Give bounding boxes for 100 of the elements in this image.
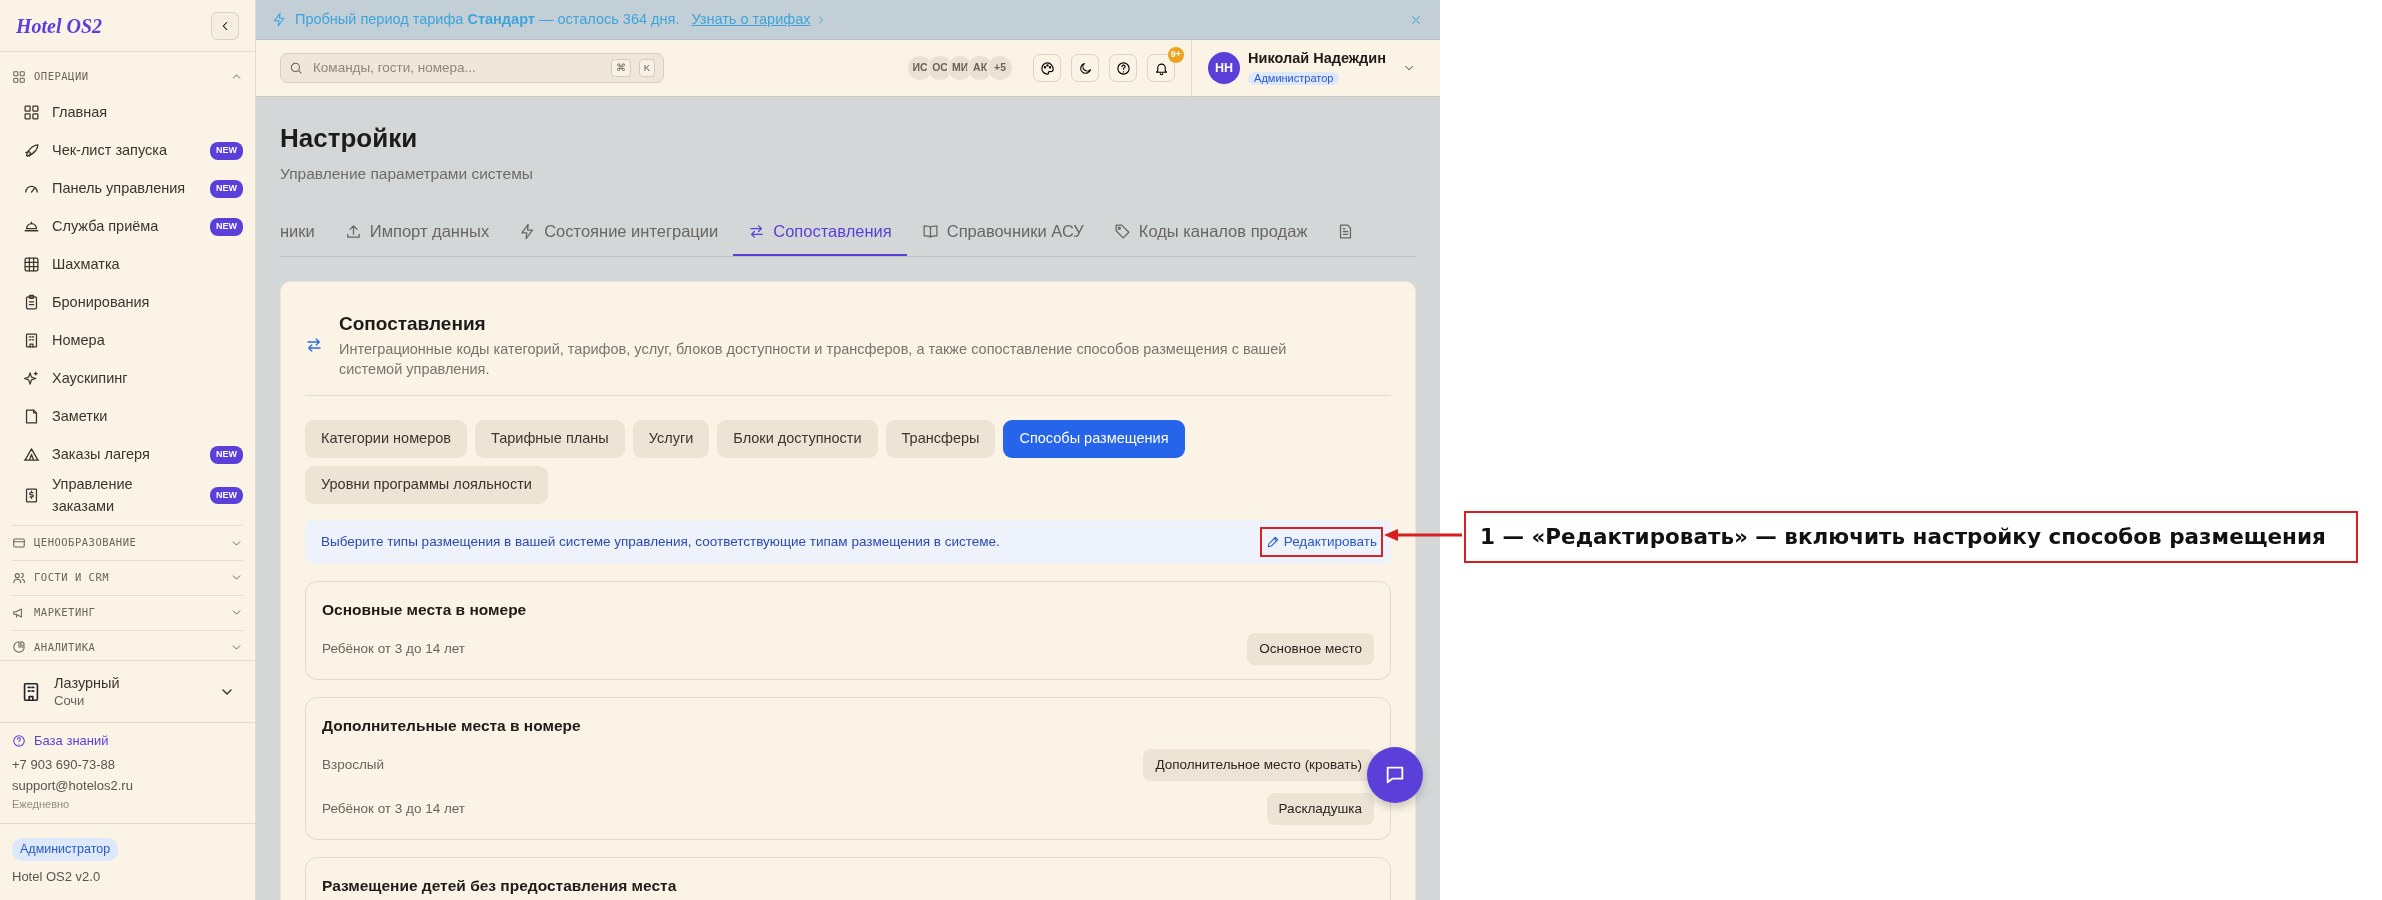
app-version: Hotel OS2 v2.0 bbox=[12, 867, 102, 886]
chat-icon bbox=[1384, 764, 1406, 786]
user-role: Администратор bbox=[1248, 72, 1340, 86]
tag-icon bbox=[1113, 223, 1131, 241]
mapping-tab[interactable]: Тарифные планы bbox=[475, 420, 625, 459]
help-button[interactable] bbox=[1109, 54, 1138, 82]
hotel-name: Лазурный bbox=[54, 675, 121, 693]
sidebar-item[interactable]: Управление заказами NEW bbox=[12, 473, 243, 518]
section-header[interactable]: ЦЕНООБРАЗОВАНИЕ bbox=[12, 525, 243, 560]
moon-icon bbox=[1077, 60, 1093, 76]
section-title: ЦЕНООБРАЗОВАНИЕ bbox=[34, 535, 137, 551]
mapping-tab[interactable]: Уровни программы лояльности bbox=[305, 466, 548, 504]
section-title: ОПЕРАЦИИ bbox=[34, 69, 89, 84]
keyboard-key: K bbox=[638, 58, 655, 78]
upload-icon bbox=[344, 223, 362, 241]
role-badge: Администратор bbox=[12, 837, 119, 861]
annotation-callout: 1 — «Редактировать» — включить настройку способов размещения bbox=[1464, 511, 2358, 563]
section-header[interactable]: ОПЕРАЦИИ bbox=[12, 60, 243, 94]
sidebar-item[interactable]: Шахматка bbox=[12, 245, 243, 284]
users-icon bbox=[12, 570, 26, 585]
section-title: МАРКЕТИНГ bbox=[34, 604, 96, 620]
card-icon bbox=[12, 536, 26, 551]
card-title: Сопоставления bbox=[339, 312, 487, 337]
placement-type: Дополнительное место (кровать) bbox=[1143, 749, 1374, 782]
card-description: Интеграционные коды категорий, тарифов, услуг, блоков доступности и трансферов, а также сопоставление способов размещения с вашей системой управления. bbox=[339, 339, 1288, 379]
search-box[interactable]: Команды, гости, номера... ⌘ K bbox=[280, 53, 664, 83]
section-header[interactable]: ГОСТИ И CRM bbox=[12, 560, 243, 595]
search-icon bbox=[289, 61, 303, 75]
hotel-city: Сочи bbox=[54, 692, 86, 709]
placement-type: Раскладушка bbox=[1266, 793, 1374, 826]
swap-arrows-icon bbox=[305, 335, 323, 354]
mapping-tab[interactable]: Трансферы bbox=[885, 420, 996, 459]
new-badge: NEW bbox=[210, 180, 243, 198]
mapping-tab[interactable]: Блоки доступности bbox=[717, 420, 878, 459]
sidebar-item[interactable]: Заказы лагеря NEW bbox=[12, 435, 243, 474]
trial-message: Пробный период тарифа Стандарт — осталось 364 дня. bbox=[295, 9, 680, 29]
sidebar-item[interactable]: Главная bbox=[12, 93, 243, 132]
sparkle-icon bbox=[23, 370, 40, 388]
info-message: Выберите типы размещения в вашей системе управления, соответствующие типам размещения в системе. bbox=[321, 532, 1000, 551]
page-title: Настройки bbox=[280, 123, 419, 155]
note-icon bbox=[23, 408, 40, 426]
guest-type: Ребёнок от 3 до 14 лет bbox=[322, 639, 466, 658]
new-badge: NEW bbox=[210, 218, 243, 236]
sidebar-item[interactable]: Служба приёма NEW bbox=[12, 207, 243, 246]
mapping-tab[interactable]: Способы размещения bbox=[1003, 420, 1185, 459]
theme-button[interactable] bbox=[1033, 54, 1062, 82]
section-header[interactable]: МАРКЕТИНГ bbox=[12, 594, 243, 630]
mapping-tab[interactable]: Услуги bbox=[632, 420, 710, 459]
edit-button[interactable]: Редактировать bbox=[1259, 526, 1383, 557]
working-hours: Ежедневно bbox=[12, 796, 71, 812]
group-title: Размещение детей без предоставления места bbox=[322, 876, 678, 897]
clipboard-icon bbox=[23, 294, 40, 312]
lightning-icon bbox=[272, 12, 287, 27]
placement-type: Основное место bbox=[1247, 632, 1374, 666]
tab[interactable]: Коды каналов продаж bbox=[1098, 211, 1323, 257]
section-title: ГОСТИ И CRM bbox=[34, 570, 110, 585]
tent-icon bbox=[23, 446, 40, 464]
guest-type: Ребёнок от 3 до 14 лет bbox=[322, 800, 466, 819]
receipt-icon bbox=[23, 487, 40, 504]
more-users-count: +5 bbox=[987, 55, 1014, 81]
help-icon bbox=[12, 734, 26, 749]
tab[interactable]: Состояние интеграции bbox=[504, 211, 734, 257]
rocket-icon bbox=[23, 142, 40, 160]
page-subtitle: Управление параметрами системы bbox=[280, 164, 534, 185]
dark-mode-button[interactable] bbox=[1071, 54, 1100, 82]
sidebar-item[interactable]: Номера bbox=[12, 321, 243, 360]
book-icon bbox=[921, 223, 939, 241]
swap-arrows-icon bbox=[748, 223, 766, 241]
knowledge-base-link[interactable]: База знаний bbox=[12, 731, 243, 752]
new-badge: NEW bbox=[210, 446, 243, 464]
palette-icon bbox=[1039, 60, 1055, 76]
keyboard-key: ⌘ bbox=[610, 58, 631, 78]
phone-number: +7 903 690-73-88 bbox=[12, 756, 116, 775]
sidebar-item[interactable]: Заметки bbox=[12, 397, 243, 436]
sidebar-item[interactable]: Чек-лист запуска NEW bbox=[12, 131, 243, 170]
sidebar-item[interactable]: Панель управления NEW bbox=[12, 169, 243, 208]
hotel-selector[interactable]: Лазурный Сочи bbox=[0, 660, 255, 723]
new-badge: NEW bbox=[210, 486, 243, 505]
sidebar-item[interactable]: Бронирования bbox=[12, 283, 243, 322]
tab[interactable]: Сопоставления bbox=[733, 211, 907, 257]
grid-icon bbox=[23, 104, 40, 122]
tab[interactable]: ники bbox=[280, 211, 330, 257]
new-badge: NEW bbox=[210, 142, 243, 160]
section-header[interactable]: АНАЛИТИКА bbox=[12, 629, 243, 661]
group-title: Основные места в номере bbox=[322, 599, 528, 620]
grid-icon bbox=[12, 69, 26, 84]
search-field[interactable]: Команды, гости, номера... bbox=[311, 56, 603, 80]
mapping-tab[interactable]: Категории номеров bbox=[305, 420, 467, 459]
bell-icon bbox=[1153, 60, 1169, 76]
notification-count: 9+ bbox=[1167, 47, 1185, 63]
help-icon bbox=[1115, 60, 1131, 76]
pencil-icon bbox=[1265, 534, 1280, 549]
tab[interactable]: Импорт данных bbox=[329, 211, 505, 257]
logo: Hotel OS2 bbox=[16, 13, 103, 39]
building-icon bbox=[23, 332, 40, 350]
group-title: Дополнительные места в номере bbox=[322, 716, 582, 737]
user-name: Николай Надеждин bbox=[1248, 49, 1386, 68]
sidebar-item[interactable]: Хаускипинг bbox=[12, 359, 243, 398]
tab[interactable]: Справочники АСУ bbox=[906, 211, 1099, 257]
section-title: АНАЛИТИКА bbox=[34, 639, 96, 655]
